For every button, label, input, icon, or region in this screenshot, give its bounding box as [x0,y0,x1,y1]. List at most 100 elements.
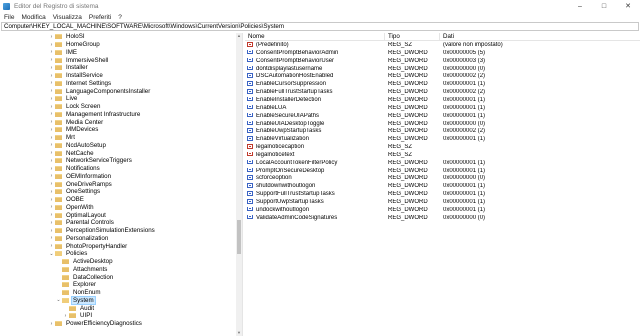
value-row[interactable]: dontdisplaylastusername REG_DWORD 0x000000… [245,65,640,74]
tree-item[interactable]: › PerceptionSimulationExtensions [49,227,156,235]
scrollbar-thumb[interactable] [237,220,241,254]
tree-item[interactable]: Attachments [56,266,108,274]
tree-item[interactable]: › HoloSI [49,33,86,41]
pane-splitter[interactable] [242,33,244,336]
tree-item[interactable]: › OptimalLayout [49,211,107,219]
expand-chevron-down-icon[interactable]: ⌄ [56,297,61,303]
tree-item[interactable]: › Installer [49,64,89,72]
value-row[interactable]: SupportFullTrustStartupTasks REG_DWORD 0x0… [245,191,640,199]
expand-chevron-right-icon[interactable]: › [49,204,54,210]
value-row[interactable]: EnableUwpStartupTasks REG_DWORD 0x00000002… [245,128,640,136]
tree-item[interactable]: › Management Infrastructure [49,111,141,119]
value-row[interactable]: scforceoption REG_DWORD 0x00000000 (0) [245,175,640,183]
menu-help[interactable]: ? [114,14,125,21]
expand-chevron-right-icon[interactable]: › [49,49,54,55]
tree-item[interactable]: › HomeGroup [49,41,101,49]
column-name[interactable]: Nome [245,33,385,40]
value-row[interactable]: legalnoticetext REG_SZ [245,151,640,160]
menu-edit[interactable]: Modifica [17,14,48,21]
tree-item[interactable]: › NetworkServiceTriggers [49,157,133,165]
expand-chevron-right-icon[interactable]: › [49,189,54,195]
value-row[interactable]: EnableFullTrustStartupTasks REG_DWORD 0x00… [245,89,640,97]
tree-item[interactable]: ⌄ Policies [49,250,88,258]
tree-item[interactable]: › IME [49,49,78,57]
close-button[interactable]: ✕ [616,0,640,12]
tree-item[interactable]: › InstallService [49,72,104,80]
expand-chevron-right-icon[interactable]: › [49,96,54,102]
tree-item[interactable]: ⌄ System [56,295,96,305]
value-row[interactable]: EnableCursorSuppression REG_DWORD 0x000000… [245,81,640,89]
tree-item[interactable]: › NcdAutoSetup [49,142,107,150]
tree-item[interactable]: › PowerEfficiencyDiagnostics [49,320,143,328]
tree-item[interactable]: Audit [63,304,95,312]
value-row[interactable]: shutdownwithoutlogon REG_DWORD 0x00000001 … [245,183,640,191]
expand-chevron-right-icon[interactable]: › [49,111,54,117]
value-row[interactable]: DSCAutomationHostEnabled REG_DWORD 0x00000… [245,73,640,81]
expand-chevron-right-icon[interactable]: › [49,197,54,203]
tree-item[interactable]: › Internet Settings [49,80,112,88]
tree-item[interactable]: › Live [49,95,78,103]
tree-item[interactable]: › Personalization [49,235,109,243]
tree-item[interactable]: › Mrt [49,134,76,142]
tree-item[interactable]: Explorer [56,281,97,289]
expand-chevron-right-icon[interactable]: › [49,57,54,63]
expand-chevron-down-icon[interactable]: ⌄ [49,251,54,257]
expand-chevron-right-icon[interactable]: › [63,313,68,319]
column-data[interactable]: Dati [440,33,640,40]
expand-chevron-right-icon[interactable]: › [49,127,54,133]
tree-item[interactable]: › UIPI [63,312,93,320]
expand-chevron-right-icon[interactable]: › [49,150,54,156]
expand-chevron-right-icon[interactable]: › [49,220,54,226]
expand-chevron-right-icon[interactable]: › [49,104,54,110]
value-row[interactable]: EnableSecureUIAPaths REG_DWORD 0x00000001 … [245,112,640,121]
value-row[interactable]: ValidateAdminCodeSignatures REG_DWORD 0x00… [245,214,640,223]
expand-chevron-right-icon[interactable]: › [49,73,54,79]
tree-item[interactable]: › OOBE [49,196,85,204]
minimize-button[interactable]: – [568,0,592,12]
tree-item[interactable]: › Lock Screen [49,103,101,111]
expand-chevron-right-icon[interactable]: › [49,42,54,48]
expand-chevron-right-icon[interactable]: › [49,181,54,187]
value-row[interactable]: EnableInstallerDetection REG_DWORD 0x00000… [245,96,640,105]
expand-chevron-right-icon[interactable]: › [49,34,54,40]
value-row[interactable]: (Predefinito) REG_SZ (valore non impostato… [245,42,640,50]
tree-item[interactable]: › NetCache [49,149,95,157]
value-row[interactable]: ConsentPromptBehaviorAdmin REG_DWORD 0x000… [245,49,640,58]
expand-chevron-right-icon[interactable]: › [49,119,54,125]
value-row[interactable]: undockwithoutlogon REG_DWORD 0x00000001 (1… [245,206,640,215]
value-row[interactable]: PromptOnSecureDesktop REG_DWORD 0x00000001… [245,167,640,176]
value-row[interactable]: legalnoticecaption REG_SZ [245,144,640,152]
value-row[interactable]: SupportUwpStartupTasks REG_DWORD 0x0000000… [245,199,640,207]
value-row[interactable]: ConsentPromptBehaviorUser REG_DWORD 0x0000… [245,57,640,66]
expand-chevron-right-icon[interactable]: › [49,243,54,249]
expand-chevron-right-icon[interactable]: › [49,173,54,179]
tree-item[interactable]: › Parental Controls [49,219,115,227]
tree-item[interactable]: NonEnum [56,289,102,297]
menu-view[interactable]: Visualizza [49,14,85,21]
tree-item[interactable]: › ImmersiveShell [49,56,109,64]
expand-chevron-right-icon[interactable]: › [49,80,54,86]
tree-item[interactable]: › MMDevices [49,126,99,134]
value-row[interactable]: EnableLUA REG_DWORD 0x00000001 (1) [245,104,640,113]
expand-chevron-right-icon[interactable]: › [49,235,54,241]
address-bar[interactable]: Computer\HKEY_LOCAL_MACHINE\SOFTWARE\Mic… [1,22,639,31]
tree-item[interactable]: › Notifications [49,165,101,173]
tree-item[interactable]: › PhotoPropertyHandler [49,242,128,250]
tree-item[interactable]: ActiveDesktop [56,258,114,266]
expand-chevron-right-icon[interactable]: › [49,135,54,141]
menu-file[interactable]: File [0,14,17,21]
tree-item[interactable]: › OneSettings [49,188,101,196]
value-row[interactable]: EnableVirtualization REG_DWORD 0x00000001 … [245,136,640,144]
expand-chevron-right-icon[interactable]: › [49,88,54,94]
column-type[interactable]: Tipo [385,33,440,40]
maximize-button[interactable]: □ [592,0,616,12]
tree-item[interactable]: › Media Center [49,118,104,126]
expand-chevron-right-icon[interactable]: › [49,212,54,218]
expand-chevron-right-icon[interactable]: › [49,158,54,164]
tree-item[interactable]: › LanguageComponentsInstaller [49,87,151,95]
expand-chevron-right-icon[interactable]: › [49,228,54,234]
expand-chevron-right-icon[interactable]: › [49,142,54,148]
expand-chevron-right-icon[interactable]: › [49,65,54,71]
tree-item[interactable]: DataCollection [56,273,114,281]
value-row[interactable]: LocalAccountTokenFilterPolicy REG_DWORD 0x… [245,159,640,168]
